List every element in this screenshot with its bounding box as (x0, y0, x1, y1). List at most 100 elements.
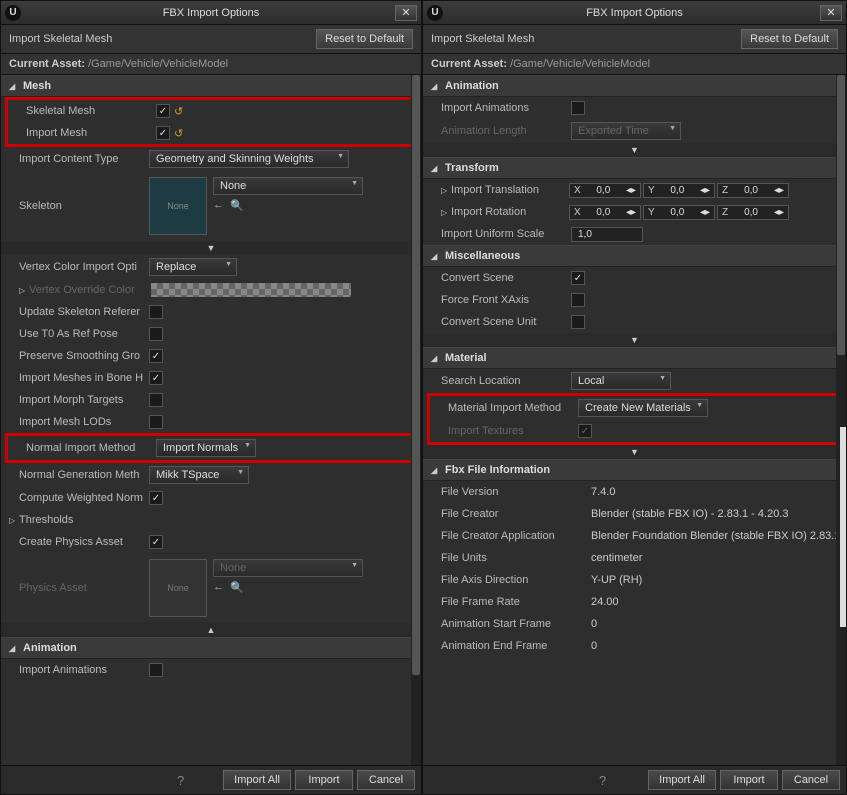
translation-y-input[interactable]: Y0,0◂▸ (643, 183, 715, 198)
help-icon[interactable]: ? (7, 773, 219, 788)
import-animations-checkbox[interactable] (571, 101, 585, 115)
file-units-label: File Units (441, 552, 591, 564)
section-misc[interactable]: ◢Miscellaneous (423, 245, 846, 267)
import-mesh-checkbox[interactable]: ✓ (156, 126, 170, 140)
use-selected-icon[interactable]: ← (213, 199, 224, 212)
reset-icon[interactable]: ↺ (174, 127, 183, 140)
rotation-y-input[interactable]: Y0,0◂▸ (643, 205, 715, 220)
section-transform[interactable]: ◢Transform (423, 157, 846, 179)
import-animations-checkbox[interactable] (149, 663, 163, 677)
expand-down-icon[interactable]: ▼ (423, 333, 846, 347)
physics-asset-dropdown[interactable]: None (213, 559, 363, 577)
import-button[interactable]: Import (295, 770, 353, 790)
titlebar: U FBX Import Options ✕ (1, 1, 421, 25)
translation-z-input[interactable]: Z0,0◂▸ (717, 183, 789, 198)
section-mesh[interactable]: ◢Mesh (1, 75, 421, 97)
reset-to-default-button[interactable]: Reset to Default (741, 29, 838, 49)
current-asset-row: Current Asset: /Game/Vehicle/VehicleMode… (423, 54, 846, 75)
search-location-dropdown[interactable]: Local (571, 372, 671, 390)
subheader-title: Import Skeletal Mesh (9, 33, 316, 45)
browse-icon[interactable]: 🔍 (230, 199, 244, 212)
rotation-x-input[interactable]: X0,0◂▸ (569, 205, 641, 220)
subheader: Import Skeletal Mesh Reset to Default (423, 25, 846, 54)
file-version-value: 7.4.0 (591, 486, 615, 498)
use-t0-checkbox[interactable] (149, 327, 163, 341)
skeleton-label: Skeleton (19, 200, 149, 212)
section-material[interactable]: ◢Material (423, 347, 846, 369)
expand-down-icon[interactable]: ▼ (423, 143, 846, 157)
import-button[interactable]: Import (720, 770, 778, 790)
import-all-button[interactable]: Import All (648, 770, 716, 790)
update-skeleton-checkbox[interactable] (149, 305, 163, 319)
color-swatch[interactable] (151, 283, 351, 297)
footer: ? Import All Import Cancel (423, 765, 846, 794)
collapse-icon: ◢ (9, 82, 19, 91)
preserve-smoothing-checkbox[interactable]: ✓ (149, 349, 163, 363)
convert-scene-checkbox[interactable]: ✓ (571, 271, 585, 285)
unreal-icon: U (427, 5, 443, 21)
close-button[interactable]: ✕ (820, 5, 842, 21)
animation-length-dropdown[interactable]: Exported Time (571, 122, 681, 140)
scrollbar-highlight (840, 427, 846, 627)
uniform-scale-input[interactable]: 1,0 (571, 227, 643, 242)
normal-import-method-dropdown[interactable]: Import Normals (156, 439, 256, 457)
reset-to-default-button[interactable]: Reset to Default (316, 29, 413, 49)
scrollbar[interactable] (411, 75, 421, 765)
section-animation[interactable]: ◢Animation (423, 75, 846, 97)
skeleton-dropdown[interactable]: None (213, 177, 363, 195)
browse-icon[interactable]: 🔍 (230, 581, 244, 594)
convert-scene-label: Convert Scene (441, 272, 571, 284)
cancel-button[interactable]: Cancel (357, 770, 415, 790)
expand-down-icon[interactable]: ▼ (1, 241, 421, 255)
normal-generation-dropdown[interactable]: Mikk TSpace (149, 466, 249, 484)
expand-down-icon[interactable]: ▼ (423, 445, 846, 459)
translation-x-input[interactable]: X0,0◂▸ (569, 183, 641, 198)
cancel-button[interactable]: Cancel (782, 770, 840, 790)
import-all-button[interactable]: Import All (223, 770, 291, 790)
import-translation-label: Import Translation (451, 184, 569, 196)
expand-up-icon[interactable]: ▲ (1, 623, 421, 637)
unreal-icon: U (5, 5, 21, 21)
skeletal-mesh-checkbox[interactable]: ✓ (156, 104, 170, 118)
expand-icon[interactable]: ▷ (9, 516, 19, 525)
use-t0-label: Use T0 As Ref Pose (19, 328, 149, 340)
titlebar: U FBX Import Options ✕ (423, 1, 846, 25)
collapse-icon: ◢ (9, 644, 19, 653)
import-morph-targets-checkbox[interactable] (149, 393, 163, 407)
force-front-xaxis-checkbox[interactable] (571, 293, 585, 307)
import-uniform-scale-label: Import Uniform Scale (441, 228, 571, 240)
close-button[interactable]: ✕ (395, 5, 417, 21)
import-meshes-bone-checkbox[interactable]: ✓ (149, 371, 163, 385)
vertex-color-import-label: Vertex Color Import Opti (19, 261, 149, 273)
scrollbar[interactable] (836, 75, 846, 765)
section-fbx-info[interactable]: ◢Fbx File Information (423, 459, 846, 481)
physics-asset-label: Physics Asset (19, 582, 149, 594)
reset-icon[interactable]: ↺ (174, 105, 183, 118)
import-textures-checkbox[interactable]: ✓ (578, 424, 592, 438)
expand-icon[interactable]: ▷ (441, 186, 451, 195)
normal-import-method-label: Normal Import Method (26, 442, 156, 454)
anim-end-frame-value: 0 (591, 640, 597, 652)
create-physics-asset-checkbox[interactable]: ✓ (149, 535, 163, 549)
skeleton-thumbnail[interactable]: None (149, 177, 207, 235)
collapse-icon: ◢ (431, 252, 441, 261)
convert-scene-unit-label: Convert Scene Unit (441, 316, 571, 328)
current-asset-path: /Game/Vehicle/VehicleModel (88, 58, 228, 70)
import-content-type-dropdown[interactable]: Geometry and Skinning Weights (149, 150, 349, 168)
rotation-z-input[interactable]: Z0,0◂▸ (717, 205, 789, 220)
vertex-color-import-dropdown[interactable]: Replace (149, 258, 237, 276)
use-selected-icon[interactable]: ← (213, 581, 224, 594)
compute-weighted-checkbox[interactable]: ✓ (149, 491, 163, 505)
expand-icon[interactable]: ▷ (19, 286, 29, 295)
help-icon[interactable]: ? (429, 773, 644, 788)
fbx-import-panel-right: U FBX Import Options ✕ Import Skeletal M… (422, 0, 847, 795)
section-animation[interactable]: ◢Animation (1, 637, 421, 659)
physics-asset-thumbnail[interactable]: None (149, 559, 207, 617)
material-import-method-dropdown[interactable]: Create New Materials (578, 399, 708, 417)
convert-scene-unit-checkbox[interactable] (571, 315, 585, 329)
expand-icon[interactable]: ▷ (441, 208, 451, 217)
import-mesh-lods-checkbox[interactable] (149, 415, 163, 429)
normal-generation-label: Normal Generation Meth (19, 469, 149, 481)
skeletal-mesh-label: Skeletal Mesh (26, 105, 156, 117)
anim-start-frame-label: Animation Start Frame (441, 618, 591, 630)
